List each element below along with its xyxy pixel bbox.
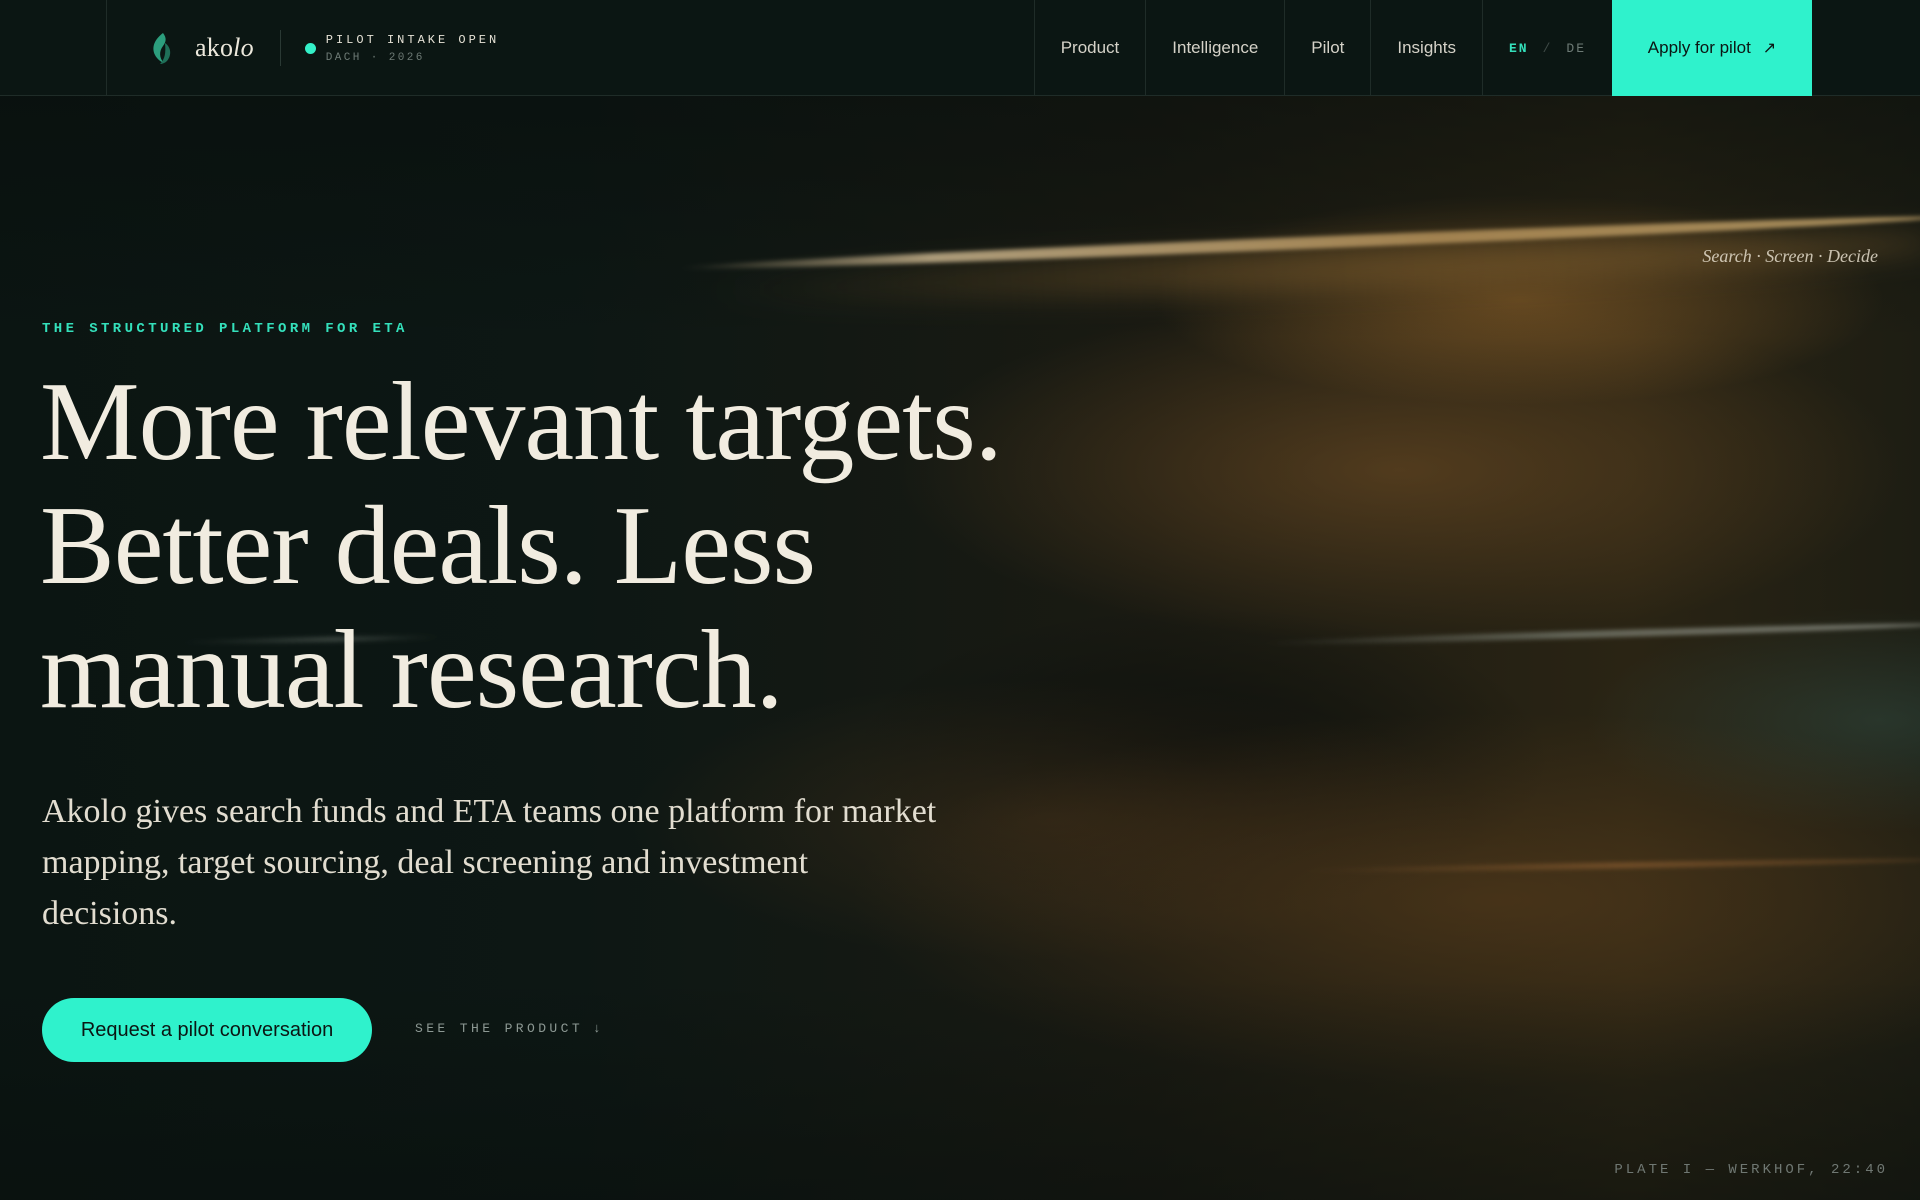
divider — [279, 30, 281, 66]
pilot-status: PILOT INTAKE OPEN DACH · 2026 — [304, 32, 500, 64]
status-title: PILOT INTAKE OPEN — [325, 32, 500, 47]
nav-item-intelligence[interactable]: Intelligence — [1145, 0, 1284, 96]
side-caption: Search · Screen · Decide — [1702, 246, 1878, 266]
lang-en[interactable]: EN — [1509, 41, 1529, 56]
apply-for-pilot-button[interactable]: Apply for pilot ↗ — [1612, 0, 1812, 96]
lang-de[interactable]: DE — [1566, 41, 1586, 56]
status-dot-icon — [304, 42, 316, 54]
lang-separator: / — [1542, 40, 1553, 56]
hero-eyebrow: THE STRUCTURED PLATFORM FOR ETA — [42, 321, 408, 337]
arrow-down-icon: ↓ — [593, 1021, 605, 1036]
flame-leaf-icon — [153, 33, 171, 64]
main-nav: Product Intelligence Pilot Insights EN /… — [1033, 0, 1920, 96]
nav-item-pilot[interactable]: Pilot — [1284, 0, 1370, 96]
nav-item-insights[interactable]: Insights — [1370, 0, 1482, 96]
hero-lede: Akolo gives search funds and ETA teams o… — [42, 793, 937, 932]
see-product-label: SEE THE PRODUCT — [415, 1021, 584, 1036]
see-the-product-link[interactable]: SEE THE PRODUCT ↓ — [415, 1021, 604, 1036]
headline-line: More relevant targets. — [40, 360, 1003, 484]
brand-wordmark: akolo — [195, 33, 254, 63]
hero-headline: More relevant targets. Better deals. Les… — [40, 360, 1160, 732]
arrow-up-right-icon: ↗ — [1762, 40, 1777, 57]
brand[interactable]: akolo PILOT INTAKE OPEN DACH · 2026 — [107, 0, 499, 96]
headline-line: manual research. — [40, 608, 784, 732]
site-header: akolo PILOT INTAKE OPEN DACH · 2026 Prod… — [0, 0, 1920, 96]
request-pilot-conversation-button[interactable]: Request a pilot conversation — [42, 998, 372, 1062]
brand-name-prefix: ako — [195, 33, 234, 62]
headline-line: Better deals. Less — [40, 484, 816, 608]
brand-name-suffix: lo — [233, 33, 254, 62]
header-gutter — [1812, 0, 1920, 96]
plate-caption: PLATE I — WERKHOF, 22:40 — [1614, 1162, 1888, 1178]
nav-item-product[interactable]: Product — [1033, 0, 1146, 96]
apply-button-label: Apply for pilot — [1647, 38, 1751, 57]
language-switcher: EN / DE — [1481, 0, 1612, 96]
status-subtitle: DACH · 2026 — [325, 51, 425, 64]
header-gutter — [0, 0, 107, 95]
